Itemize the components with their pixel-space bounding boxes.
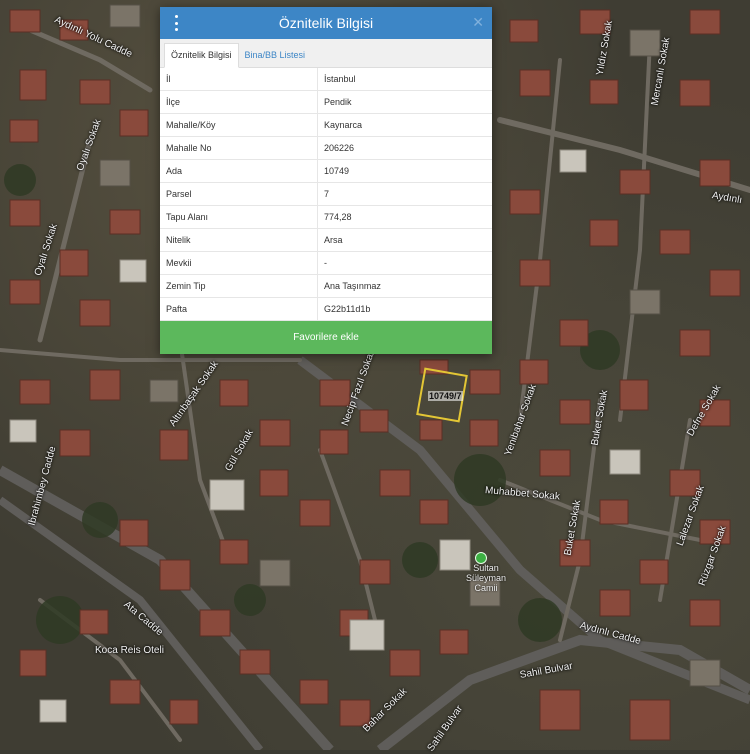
attr-value: 7 (317, 182, 492, 206)
table-row: İl İstanbul (160, 68, 492, 91)
poi-label: Sultan Süleyman Camii (466, 563, 507, 593)
attr-value: G22b11d1b (317, 297, 492, 321)
attr-value: Pendik (317, 90, 492, 114)
dialog-header: Öznitelik Bilgisi ✕ (160, 7, 492, 39)
attr-value: - (317, 251, 492, 275)
parcel-label: 10749/7 (428, 391, 463, 401)
attr-value: 10749 (317, 159, 492, 183)
attr-key: İl (160, 68, 318, 91)
dialog-title: Öznitelik Bilgisi (278, 15, 374, 31)
table-row: Mahalle No 206226 (160, 136, 492, 160)
street-label: Koca Reis Oteli (95, 645, 164, 656)
attr-key: Parsel (160, 182, 318, 206)
attr-key: Ada (160, 159, 318, 183)
attr-value: Arsa (317, 228, 492, 252)
attr-value: Kaynarca (317, 113, 492, 137)
table-row: Mahalle/Köy Kaynarca (160, 113, 492, 137)
attribute-table: İl İstanbul İlçe Pendik Mahalle/Köy Kaynarc… (160, 68, 492, 321)
table-row: Zemin Tip Ana Taşınmaz (160, 274, 492, 298)
dialog-tabs: Öznitelik Bilgisi Bina/BB Listesi (160, 39, 492, 68)
close-icon[interactable]: ✕ (472, 14, 484, 31)
table-row: Tapu Alanı 774,28 (160, 205, 492, 229)
attr-key: Mahalle No (160, 136, 318, 160)
attr-key: Nitelik (160, 228, 318, 252)
attr-key: İlçe (160, 90, 318, 114)
attr-key: Tapu Alanı (160, 205, 318, 229)
tab-building-list[interactable]: Bina/BB Listesi (239, 44, 312, 67)
tab-attribute-info[interactable]: Öznitelik Bilgisi (164, 43, 239, 68)
table-row: Pafta G22b11d1b (160, 297, 492, 321)
kebab-menu-icon[interactable] (172, 15, 180, 31)
attr-key: Zemin Tip (160, 274, 318, 298)
attr-value: Ana Taşınmaz (317, 274, 492, 298)
attr-value: 774,28 (317, 205, 492, 229)
attr-value: İstanbul (317, 68, 492, 91)
table-row: Mevkii - (160, 251, 492, 275)
attr-key: Mevkii (160, 251, 318, 275)
attr-value: 206226 (317, 136, 492, 160)
attr-key: Mahalle/Köy (160, 113, 318, 137)
attr-key: Pafta (160, 297, 318, 321)
table-row: Ada 10749 (160, 159, 492, 183)
attribute-dialog: Öznitelik Bilgisi ✕ Öznitelik Bilgisi Bi… (160, 7, 492, 354)
table-row: Parsel 7 (160, 182, 492, 206)
add-favorite-button[interactable]: Favorilere ekle (160, 321, 492, 354)
table-row: Nitelik Arsa (160, 228, 492, 252)
table-row: İlçe Pendik (160, 90, 492, 114)
